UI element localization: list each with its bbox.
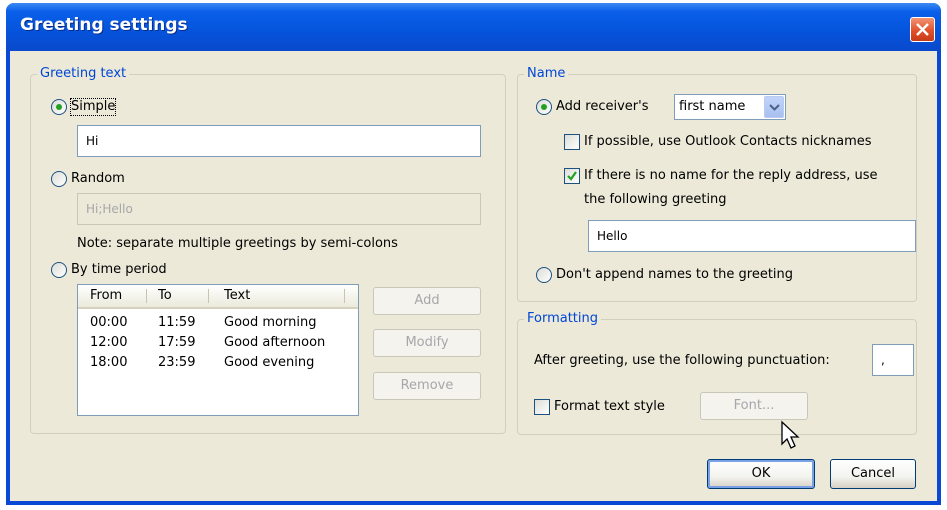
formatting-group: Formatting After greeting, use the follo… (517, 311, 917, 435)
remove-button[interactable]: Remove (373, 372, 481, 400)
row-from: 00:00 (90, 315, 128, 330)
close-icon (916, 23, 929, 36)
row-text: Good evening (224, 355, 315, 370)
row-text: Good afternoon (224, 335, 326, 350)
separator-note: Note: separate multiple greetings by sem… (77, 236, 398, 251)
add-button[interactable]: Add (373, 287, 481, 315)
title-bar[interactable]: Greeting settings (6, 3, 941, 51)
name-format-select[interactable]: first name (674, 94, 786, 120)
format-style-checkbox[interactable] (534, 399, 550, 415)
punctuation-label: After greeting, use the following punctu… (534, 353, 830, 368)
row-from: 12:00 (90, 335, 128, 350)
close-button[interactable] (910, 17, 935, 42)
dont-append-radio[interactable] (536, 267, 552, 283)
row-text: Good morning (224, 315, 317, 330)
simple-radio[interactable] (51, 99, 67, 115)
ok-button[interactable]: OK (707, 459, 815, 489)
random-radio[interactable] (51, 171, 67, 187)
use-nicknames-checkbox[interactable] (564, 134, 580, 150)
use-nicknames-label[interactable]: If possible, use Outlook Contacts nickna… (584, 134, 872, 150)
window-title: Greeting settings (20, 15, 188, 35)
column-header-text[interactable]: Text (224, 285, 250, 307)
random-label[interactable]: Random (71, 171, 125, 187)
row-to: 17:59 (158, 335, 196, 350)
fallback-greeting-input[interactable]: Hello (588, 220, 916, 252)
random-greetings-input[interactable]: Hi;Hello (77, 193, 481, 225)
name-group: Name Add receiver's first name If possib… (517, 66, 917, 302)
dropdown-button[interactable] (764, 96, 784, 118)
column-header-from[interactable]: From (90, 285, 122, 307)
simple-label[interactable]: Simple (69, 98, 117, 116)
chevron-down-icon (769, 104, 780, 111)
font-button[interactable]: Font... (700, 392, 808, 420)
by-time-period-radio[interactable] (51, 262, 67, 278)
simple-greeting-input[interactable]: Hi (77, 125, 481, 157)
row-to: 11:59 (158, 315, 196, 330)
greeting-text-group: Greeting text Simple Hi Random Hi;Hello … (30, 66, 506, 434)
name-group-label: Name (524, 66, 569, 82)
cancel-button[interactable]: Cancel (830, 459, 916, 489)
mouse-cursor-icon (781, 420, 800, 449)
greeting-text-group-label: Greeting text (37, 66, 130, 82)
no-name-label-line2[interactable]: the following greeting (584, 192, 727, 208)
formatting-group-label: Formatting (524, 311, 602, 327)
no-name-label-line1[interactable]: If there is no name for the reply addres… (584, 168, 877, 184)
add-receivers-radio[interactable] (536, 99, 552, 115)
checkmark-icon (567, 171, 577, 181)
column-header-to[interactable]: To (158, 285, 172, 307)
column-divider (146, 289, 147, 303)
column-divider (208, 289, 209, 303)
punctuation-input[interactable]: , (872, 344, 914, 376)
format-style-label[interactable]: Format text style (554, 399, 665, 415)
modify-button[interactable]: Modify (373, 329, 481, 357)
time-period-list[interactable]: From To Text 00:00 11:59 Good morning 12… (77, 284, 359, 416)
name-format-value: first name (679, 99, 746, 114)
by-time-period-label[interactable]: By time period (71, 262, 167, 278)
dont-append-label[interactable]: Don't append names to the greeting (556, 267, 793, 283)
column-divider (344, 289, 345, 303)
add-receivers-label[interactable]: Add receiver's (556, 99, 649, 115)
list-header: From To Text (78, 285, 358, 309)
row-from: 18:00 (90, 355, 128, 370)
no-name-checkbox[interactable] (564, 168, 580, 184)
row-to: 23:59 (158, 355, 196, 370)
